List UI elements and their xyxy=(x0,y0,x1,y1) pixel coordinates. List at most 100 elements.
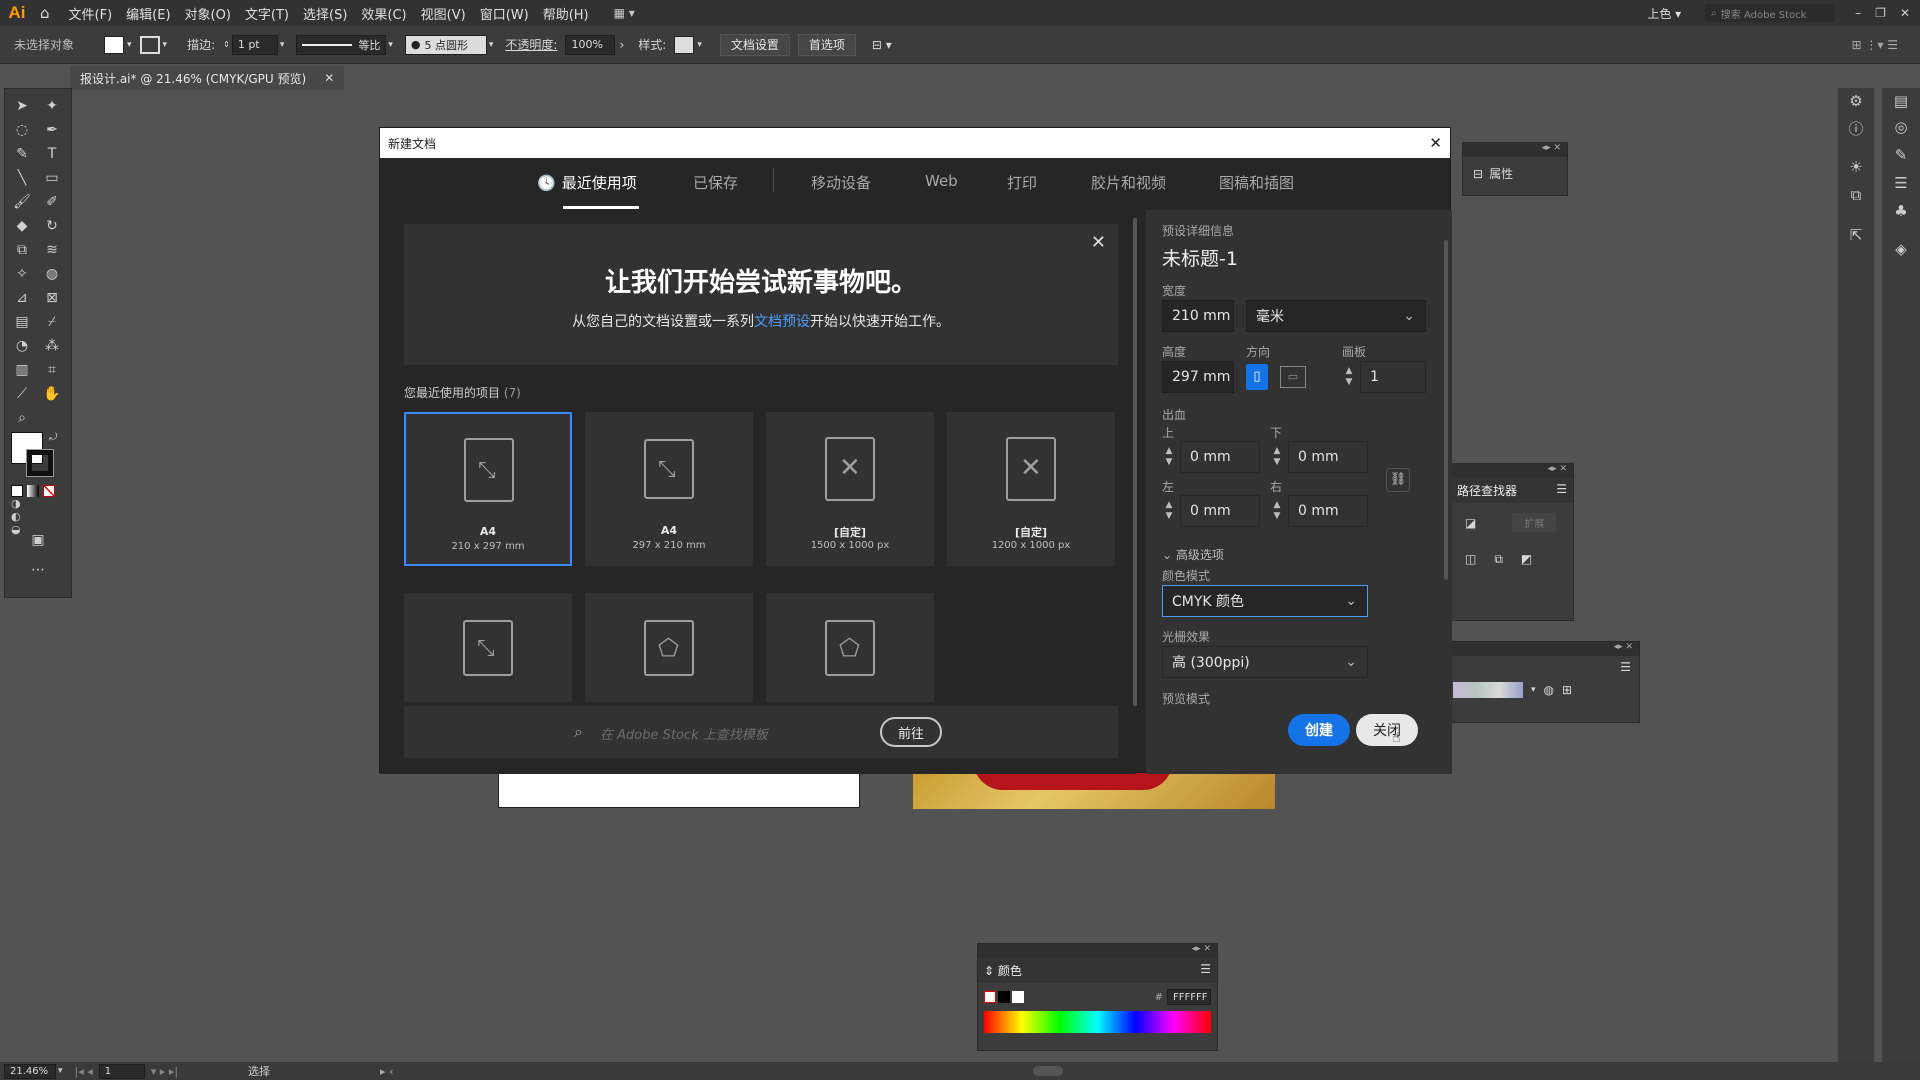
artboards-field[interactable]: 1 xyxy=(1360,361,1426,393)
slice-tool-icon[interactable]: ⟋ xyxy=(11,383,33,405)
perspective-icon[interactable]: ⊿ xyxy=(11,287,33,309)
document-presets-link[interactable]: 文档预设 xyxy=(754,314,810,330)
panel-menu-icon[interactable]: ☰ xyxy=(1556,482,1567,499)
color-mode-select[interactable]: CMYK 颜色 ⌄ xyxy=(1162,585,1368,617)
gradient-icon[interactable]: ▤ xyxy=(11,311,33,333)
tab-print[interactable]: 打印 xyxy=(1007,172,1037,193)
link-bleed-icon[interactable]: ⛓ xyxy=(1386,468,1410,492)
bleed-top-stepper[interactable]: ▲ ▼ xyxy=(1162,446,1176,468)
scale-icon[interactable]: ⧉ xyxy=(11,239,33,261)
properties-label[interactable]: 属性 xyxy=(1489,165,1513,182)
line-tool-icon[interactable]: ╲ xyxy=(11,167,33,189)
hex-field[interactable]: FFFFFF xyxy=(1167,989,1211,1005)
bleed-bottom-field[interactable]: 0 mm xyxy=(1288,441,1368,473)
tab-web[interactable]: Web xyxy=(925,172,958,190)
artboard-nav-prev[interactable]: |◂ ◂ xyxy=(75,1065,93,1078)
pathfinder-tab[interactable]: 路径查找器 xyxy=(1457,482,1517,499)
panel-menu-icon[interactable]: ☰ xyxy=(1200,962,1211,979)
rectangle-tool-icon[interactable]: ▭ xyxy=(41,167,63,189)
recent-card[interactable]: ✕ [自定] 1500 x 1000 px xyxy=(766,412,934,566)
details-scrollbar[interactable] xyxy=(1444,240,1448,580)
shaper-icon[interactable]: ✐ xyxy=(41,191,63,213)
libraries-icon[interactable]: ▤ xyxy=(1882,92,1920,110)
puppet-warp-icon[interactable]: ✧ xyxy=(11,263,33,285)
menu-effect[interactable]: 效果(C) xyxy=(354,4,413,23)
recent-card[interactable]: ⤡ xyxy=(404,593,572,702)
graphic-style-swatch[interactable] xyxy=(674,35,695,54)
white-swatch[interactable] xyxy=(1012,991,1024,1003)
panel-menu-icon[interactable]: ☰ xyxy=(1447,656,1639,678)
recent-card[interactable]: ⤡ A4 210 x 297 mm xyxy=(404,412,572,566)
none-swatch[interactable] xyxy=(984,991,996,1003)
presets-scrollbar[interactable] xyxy=(1133,218,1137,706)
document-tab[interactable]: 报设计.ai* @ 21.46% (CMYK/GPU 预览) ✕ xyxy=(70,66,345,90)
panel-options-icon[interactable]: ⊞ ⋮▾ ☰ xyxy=(1852,38,1898,52)
menu-help[interactable]: 帮助(H) xyxy=(536,4,596,23)
note-icon[interactable]: ⊞ xyxy=(1562,683,1572,697)
gear-icon[interactable]: ⚙ xyxy=(1838,92,1874,110)
bleed-top-field[interactable]: 0 mm xyxy=(1180,441,1260,473)
workspace-switcher[interactable]: 上色 ▾ xyxy=(1647,5,1681,22)
height-field[interactable]: 297 mm xyxy=(1162,361,1234,393)
landscape-button[interactable]: ▭ xyxy=(1280,366,1306,388)
portrait-button[interactable]: ▯ xyxy=(1246,364,1268,390)
artboard-nav-next[interactable]: ▾ ▸ ▸| xyxy=(151,1065,178,1078)
fill-swatch[interactable] xyxy=(104,35,125,54)
menu-select[interactable]: 选择(S) xyxy=(296,4,354,23)
curvature-icon[interactable]: ✎ xyxy=(11,143,33,165)
artboards-stepper[interactable]: ▲ ▼ xyxy=(1342,366,1356,388)
menu-window[interactable]: 窗口(W) xyxy=(473,4,536,23)
create-button[interactable]: 创建 xyxy=(1288,714,1350,746)
bleed-right-stepper[interactable]: ▲ ▼ xyxy=(1270,500,1284,522)
tab-recent[interactable]: 🕓 最近使用项 xyxy=(537,172,637,193)
layers-icon[interactable]: ◈ xyxy=(1882,240,1920,258)
status-menu-arrow[interactable]: ▸ ‹ xyxy=(380,1065,393,1078)
tab-art-illustration[interactable]: 图稿和插图 xyxy=(1219,172,1294,193)
template-search-input[interactable]: 在 Adobe Stock 上查找模板 xyxy=(600,724,768,743)
stroke-weight-field[interactable]: 1 pt xyxy=(231,34,278,55)
divide-icon[interactable]: ◫ xyxy=(1465,552,1476,567)
cc-icon[interactable]: ◎ xyxy=(1882,118,1920,136)
recent-card[interactable]: ⤡ A4 297 x 210 mm xyxy=(585,412,753,566)
menu-object[interactable]: 对象(O) xyxy=(178,4,238,23)
lasso-icon[interactable]: ◌ xyxy=(11,119,33,141)
draw-mode-icon[interactable]: ◑ ◐ ◒ xyxy=(11,497,33,536)
tab-saved[interactable]: 已保存 xyxy=(693,172,738,193)
hand-tool-icon[interactable]: ✋ xyxy=(41,383,63,405)
advanced-options-toggle[interactable]: ⌄ 高级选项 xyxy=(1162,546,1224,563)
close-banner-icon[interactable]: ✕ xyxy=(1091,232,1106,253)
appearance-icon[interactable]: ☀ xyxy=(1838,158,1874,176)
shape-mode-icon[interactable]: ◪ xyxy=(1465,516,1476,530)
close-button[interactable]: 关闭 xyxy=(1356,714,1418,746)
menu-file[interactable]: 文件(F) xyxy=(62,4,120,23)
pen-tool-icon[interactable]: ✒ xyxy=(41,119,63,141)
symbol-sprayer-icon[interactable]: ⁂ xyxy=(41,335,63,357)
recent-card[interactable]: ⬠ xyxy=(585,593,753,702)
menu-edit[interactable]: 编辑(E) xyxy=(119,4,177,23)
recent-card[interactable]: ✕ [自定] 1200 x 1000 px xyxy=(947,412,1115,566)
stroke-profile-select[interactable]: 等比 xyxy=(296,34,387,55)
close-window-button[interactable]: ✕ xyxy=(1900,6,1910,20)
gradient-swatch[interactable] xyxy=(1453,682,1523,698)
unit-select[interactable]: 毫米 ⌄ xyxy=(1246,300,1426,332)
go-button[interactable]: 前往 xyxy=(880,717,942,747)
tab-film-video[interactable]: 胶片和视频 xyxy=(1091,172,1166,193)
raster-effects-select[interactable]: 高 (300ppi) ⌄ xyxy=(1162,646,1368,678)
home-icon[interactable]: ⌂ xyxy=(40,4,50,22)
shape-builder-icon[interactable]: ◍ xyxy=(41,263,63,285)
document-name-field[interactable]: 未标题-1 xyxy=(1162,244,1238,271)
color-spectrum[interactable] xyxy=(984,1011,1211,1033)
symbols-icon[interactable]: ♣ xyxy=(1882,202,1920,220)
blend-icon[interactable]: ◔ xyxy=(11,335,33,357)
stroke-color-box[interactable] xyxy=(26,449,54,477)
info-icon[interactable]: ⓘ xyxy=(1838,118,1874,139)
close-tab-icon[interactable]: ✕ xyxy=(324,71,334,85)
restore-button[interactable]: ❐ xyxy=(1875,6,1886,20)
black-swatch[interactable] xyxy=(998,991,1010,1003)
trim-icon[interactable]: ⧉ xyxy=(1494,552,1503,567)
arrange-documents-icon[interactable]: ▦ ▾ xyxy=(614,6,635,20)
artboard-tool-icon[interactable]: ⌗ xyxy=(41,359,63,381)
brush-select[interactable]: ● 5 点圆形 xyxy=(404,34,487,55)
document-setup-button[interactable]: 文档设置 xyxy=(719,33,790,56)
artboard-number-field[interactable]: 1 xyxy=(98,1063,145,1079)
